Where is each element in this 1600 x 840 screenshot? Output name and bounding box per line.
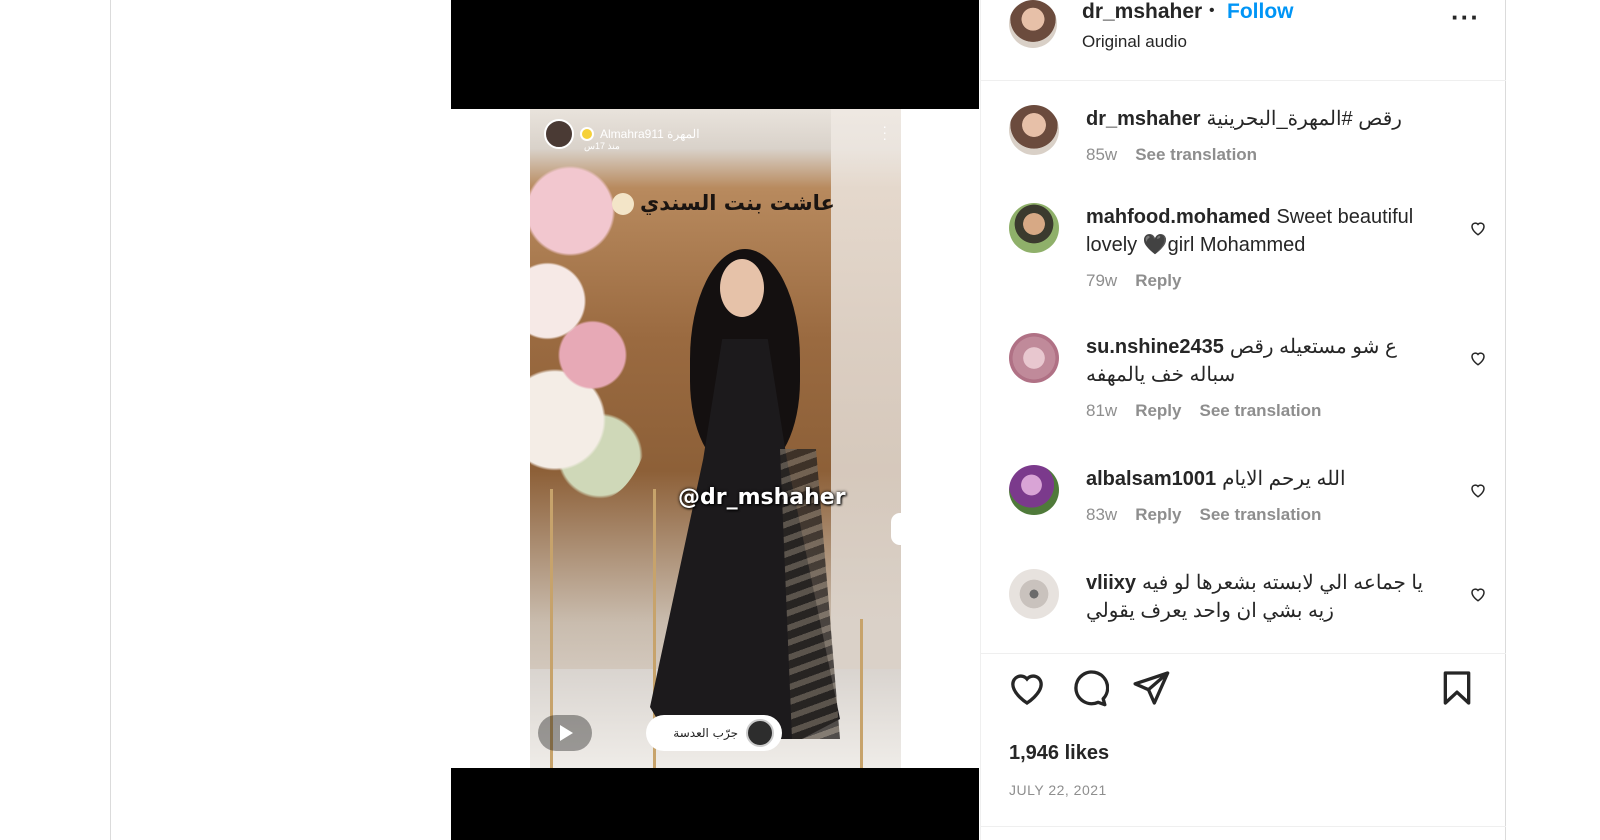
post-media[interactable]: Almahra911 المهرة منذ 17س · · · عاشت بنت ا…	[451, 0, 979, 840]
post-details-panel: dr_mshaher • Follow Original audio ··· d…	[980, 0, 1506, 840]
like-comment-heart-icon[interactable]	[1469, 585, 1487, 603]
story-avatar	[544, 119, 574, 149]
comment-bubble-icon[interactable]	[1069, 668, 1109, 708]
more-options-icon[interactable]: ···	[1451, 4, 1480, 30]
comment-text: su.nshine2435 ع شو مستعيله رقص سباله خف ي…	[1086, 333, 1446, 389]
like-comment-heart-icon[interactable]	[1469, 481, 1487, 499]
story-timestamp: منذ 17س	[584, 141, 620, 151]
caption-see-translation[interactable]: See translation	[1135, 145, 1257, 165]
story-menu-icon: · · ·	[882, 118, 887, 146]
caption-text: dr_mshaher رقص #المهرة_البحرينية	[1086, 105, 1446, 133]
story-status-dot	[580, 127, 594, 141]
caption-username[interactable]: dr_mshaher	[1086, 108, 1201, 130]
like-comment-heart-icon[interactable]	[1469, 219, 1487, 237]
header-separator: •	[1209, 2, 1215, 19]
reply-button[interactable]: Reply	[1135, 401, 1181, 421]
reply-button[interactable]: Reply	[1135, 505, 1181, 525]
comment-meta: 83w Reply See translation	[1086, 505, 1321, 525]
emoji-icon	[612, 193, 634, 215]
caption-avatar[interactable]	[1009, 105, 1059, 155]
see-translation-button[interactable]: See translation	[1199, 505, 1321, 525]
video-scene-railing	[860, 619, 901, 768]
caption-meta: 85w See translation	[1086, 145, 1257, 165]
comment-age[interactable]: 79w	[1086, 271, 1117, 291]
story-username: Almahra911 المهرة	[600, 127, 700, 141]
comment-age[interactable]: 81w	[1086, 401, 1117, 421]
video-side-tab	[891, 513, 901, 545]
comment-meta: 81w Reply See translation	[1086, 401, 1321, 421]
comment-text: vliixy يا جماعه الي لابسته بشعرها لو فيه …	[1086, 569, 1446, 625]
follow-button[interactable]: Follow	[1227, 0, 1294, 24]
try-lens-label: جرّب العدسة	[673, 726, 738, 740]
comments-list[interactable]: dr_mshaher رقص #المهرة_البحرينية 85w See …	[981, 81, 1506, 654]
comment-meta: 79w Reply	[1086, 271, 1181, 291]
comment-avatar[interactable]	[1009, 333, 1059, 383]
comment-username[interactable]: albalsam1001	[1086, 468, 1216, 490]
comment-age[interactable]: 83w	[1086, 505, 1117, 525]
author-avatar[interactable]	[1009, 0, 1057, 48]
letterbox-top	[451, 0, 979, 109]
author-username[interactable]: dr_mshaher	[1082, 0, 1202, 24]
post-date[interactable]: JULY 22, 2021	[1009, 782, 1107, 798]
play-icon	[538, 715, 592, 751]
like-comment-heart-icon[interactable]	[1469, 349, 1487, 367]
panel-divider	[981, 826, 1506, 827]
like-heart-icon[interactable]	[1007, 668, 1047, 708]
comment-avatar[interactable]	[1009, 465, 1059, 515]
page-left-border	[110, 0, 111, 840]
share-send-icon[interactable]	[1131, 668, 1171, 708]
reply-button[interactable]: Reply	[1135, 271, 1181, 291]
video-player[interactable]: Almahra911 المهرة منذ 17س · · · عاشت بنت ا…	[530, 109, 901, 768]
save-bookmark-icon[interactable]	[1437, 668, 1477, 708]
comment-username[interactable]: su.nshine2435	[1086, 336, 1224, 358]
post-action-bar	[981, 668, 1506, 718]
likes-count[interactable]: 1,946 likes	[1009, 742, 1109, 765]
video-overlay-caption: عاشت بنت السندي	[640, 191, 835, 215]
try-lens-pill: جرّب العدسة	[646, 715, 782, 751]
letterbox-bottom	[451, 768, 979, 840]
comment-text: mahfood.mohamed Sweet beautiful lovely 🖤g…	[1086, 203, 1446, 259]
caption-age[interactable]: 85w	[1086, 145, 1117, 165]
audio-link[interactable]: Original audio	[1082, 32, 1187, 52]
see-translation-button[interactable]: See translation	[1199, 401, 1321, 421]
video-scene-dancer-face	[720, 259, 764, 317]
post-header: dr_mshaher • Follow Original audio ···	[981, 0, 1506, 81]
caption-body: رقص #المهرة_البحرينية	[1206, 108, 1402, 130]
comment-username[interactable]: mahfood.mohamed	[1086, 206, 1270, 228]
comment-text: albalsam1001 الله يرحم الايام	[1086, 465, 1446, 493]
comment-body: يا جماعه الي لابسته بشعرها لو فيه زيه بش…	[1086, 572, 1424, 622]
comment-avatar[interactable]	[1009, 203, 1059, 253]
comment-username[interactable]: vliixy	[1086, 572, 1136, 594]
story-header: Almahra911 المهرة	[544, 119, 700, 149]
comment-avatar[interactable]	[1009, 569, 1059, 619]
video-mention-overlay: @dr_mshaher	[678, 485, 846, 510]
lens-avatar-icon	[746, 719, 774, 747]
comment-body: الله يرحم الايام	[1222, 468, 1346, 490]
